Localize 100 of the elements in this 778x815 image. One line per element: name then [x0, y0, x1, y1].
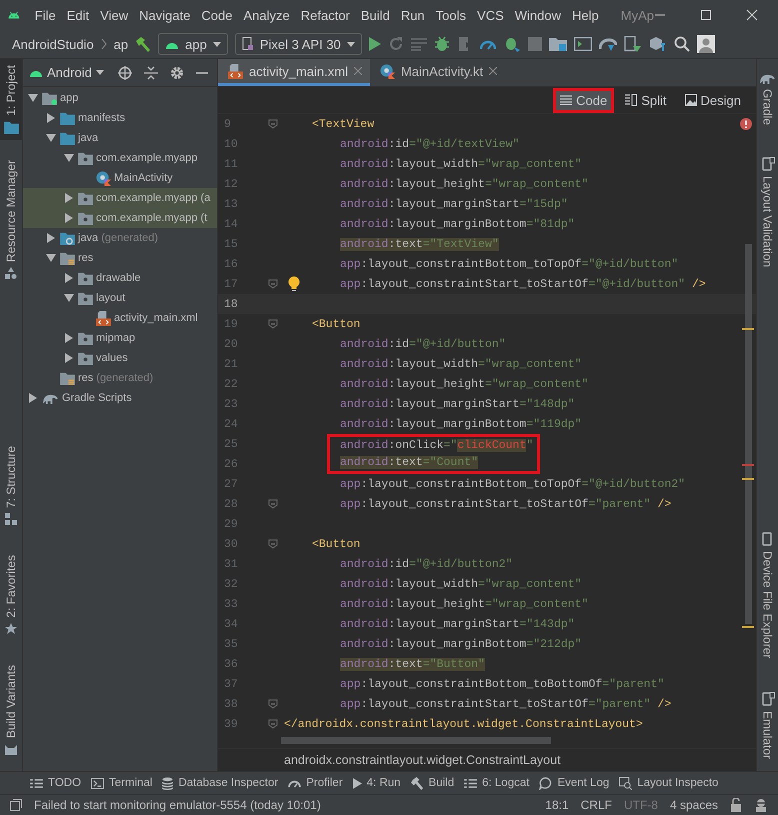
warning-marker[interactable]: [742, 328, 754, 330]
gauge-icon[interactable]: [480, 38, 496, 50]
panel-toggle-icon[interactable]: [10, 799, 22, 811]
fold-marker-icon[interactable]: [268, 539, 278, 549]
menu-item[interactable]: Run: [396, 8, 431, 22]
fold-marker-icon[interactable]: [268, 719, 278, 729]
menu-item[interactable]: View: [95, 8, 134, 22]
breadcrumb-item[interactable]: ap: [114, 36, 128, 52]
lightbulb-icon[interactable]: [288, 276, 300, 292]
menu-item[interactable]: Code: [196, 8, 238, 22]
editor-tab[interactable]: MainActivity.kt: [370, 59, 506, 86]
tree-item-label[interactable]: res: [78, 372, 94, 384]
tool-window-button[interactable]: Terminal: [91, 777, 152, 789]
folder-icon[interactable]: [548, 37, 567, 51]
tool-window-button[interactable]: 1: Project: [0, 59, 22, 140]
expand-arrow-icon[interactable]: [28, 393, 38, 403]
view-mode-button[interactable]: Code: [553, 88, 614, 112]
run-configuration-dropdown[interactable]: app: [158, 33, 228, 55]
project-view-dropdown[interactable]: Android: [29, 65, 104, 80]
menu-item[interactable]: File: [30, 8, 62, 22]
tool-window-button[interactable]: Profiler: [288, 777, 343, 789]
view-mode-button[interactable]: Design: [678, 88, 748, 112]
inspector-icon[interactable]: [754, 798, 768, 812]
run-icon[interactable]: [368, 37, 381, 51]
editor-tab[interactable]: activity_main.xml: [218, 59, 370, 86]
tool-window-button[interactable]: Build: [410, 776, 454, 790]
expand-arrow-icon[interactable]: [64, 273, 74, 283]
menu-item[interactable]: Window: [510, 8, 568, 22]
crosshair-icon[interactable]: [118, 66, 132, 80]
menu-item[interactable]: Edit: [62, 8, 96, 22]
tool-window-button[interactable]: Event Log: [539, 776, 610, 790]
fold-marker-icon[interactable]: [268, 279, 278, 289]
collapse-arrow-icon[interactable]: [46, 253, 56, 263]
fold-marker-icon[interactable]: [268, 319, 278, 329]
fold-marker-icon[interactable]: [268, 499, 278, 509]
tool-window-button[interactable]: Gradle: [757, 67, 778, 132]
tool-window-button[interactable]: Database Inspector: [162, 776, 278, 790]
tree-item-label[interactable]: Gradle Scripts: [62, 392, 132, 404]
tool-window-button[interactable]: Layout Validation: [757, 151, 778, 274]
breadcrumb-item[interactable]: androidx.constraintlayout.widget.ConstraintLayout: [284, 753, 561, 767]
tool-window-button[interactable]: 7: Structure: [0, 440, 22, 532]
menu-item[interactable]: Help: [567, 8, 605, 22]
tool-window-button[interactable]: 2: Favorites: [0, 549, 22, 641]
tree-item-label[interactable]: MainActivity: [114, 172, 173, 184]
settings-icon[interactable]: [170, 66, 184, 80]
breadcrumb-item[interactable]: AndroidStudio: [12, 36, 94, 52]
tree-item-label[interactable]: res: [78, 252, 94, 264]
bug-icon[interactable]: [434, 36, 450, 52]
search-icon[interactable]: [674, 36, 690, 52]
line-separator[interactable]: CRLF: [580, 798, 612, 812]
tool-window-button[interactable]: 6: Logcat: [464, 777, 530, 789]
scrollbar-thumb[interactable]: [745, 244, 752, 624]
maximize-icon[interactable]: [700, 9, 712, 21]
view-mode-button[interactable]: Split: [618, 88, 674, 112]
avatar-icon[interactable]: [696, 35, 715, 53]
phone-icon[interactable]: [624, 36, 642, 52]
tree-item-label[interactable]: java: [78, 232, 98, 244]
tool-window-button[interactable]: Resource Manager: [0, 154, 22, 285]
menu-item[interactable]: Navigate: [134, 8, 196, 22]
warning-marker[interactable]: [742, 626, 754, 628]
collapse-arrow-icon[interactable]: [28, 93, 38, 103]
fold-marker-icon[interactable]: [268, 699, 278, 709]
fold-marker-icon[interactable]: [268, 119, 278, 129]
menu-item[interactable]: Build: [356, 8, 396, 22]
tree-item-label[interactable]: java: [78, 132, 98, 144]
collapse-all-icon[interactable]: [144, 66, 158, 80]
tool-window-button[interactable]: Layout Inspecto: [619, 776, 718, 790]
tool-window-button[interactable]: Emulator: [757, 686, 778, 765]
tool-window-button[interactable]: Build Variants: [0, 658, 22, 761]
tree-item-label[interactable]: app: [60, 92, 78, 104]
tree-item-label[interactable]: manifests: [78, 112, 126, 124]
caret-position[interactable]: 18:1: [545, 798, 569, 812]
menu-item[interactable]: Refactor: [296, 8, 356, 22]
device-dropdown[interactable]: Pixel 3 API 30: [234, 33, 362, 55]
minimize-icon[interactable]: [196, 70, 208, 74]
warning-marker[interactable]: [742, 478, 754, 480]
collapse-arrow-icon[interactable]: [64, 293, 74, 303]
menu-item[interactable]: Tools: [430, 8, 472, 22]
scrollbar-thumb[interactable]: [281, 737, 551, 744]
tree-item-label[interactable]: values: [96, 352, 128, 364]
hammer-icon[interactable]: [135, 36, 152, 52]
error-marker[interactable]: [742, 464, 754, 466]
tree-item-label[interactable]: com.example.myapp: [96, 152, 198, 164]
sync-icon[interactable]: [598, 36, 617, 52]
tool-window-button[interactable]: TODO: [30, 777, 82, 789]
tree-item-label[interactable]: layout: [96, 292, 126, 304]
tool-window-button[interactable]: 4: Run: [352, 777, 401, 789]
tree-item-label[interactable]: mipmap: [96, 332, 136, 344]
indent-setting[interactable]: 4 spaces: [670, 798, 718, 812]
box-icon[interactable]: [648, 36, 667, 52]
lock-icon[interactable]: [730, 798, 742, 812]
menu-item[interactable]: VCS: [472, 8, 510, 22]
terminal-icon[interactable]: [574, 37, 592, 51]
expand-arrow-icon[interactable]: [46, 113, 56, 123]
close-icon[interactable]: [489, 67, 498, 75]
tool-window-button[interactable]: Device File Explorer: [757, 526, 778, 664]
close-icon[interactable]: [746, 9, 758, 21]
tree-item-label[interactable]: activity_main.xml: [114, 312, 198, 324]
menu-item[interactable]: Analyze: [238, 8, 296, 22]
tree-item-label[interactable]: drawable: [96, 272, 141, 284]
